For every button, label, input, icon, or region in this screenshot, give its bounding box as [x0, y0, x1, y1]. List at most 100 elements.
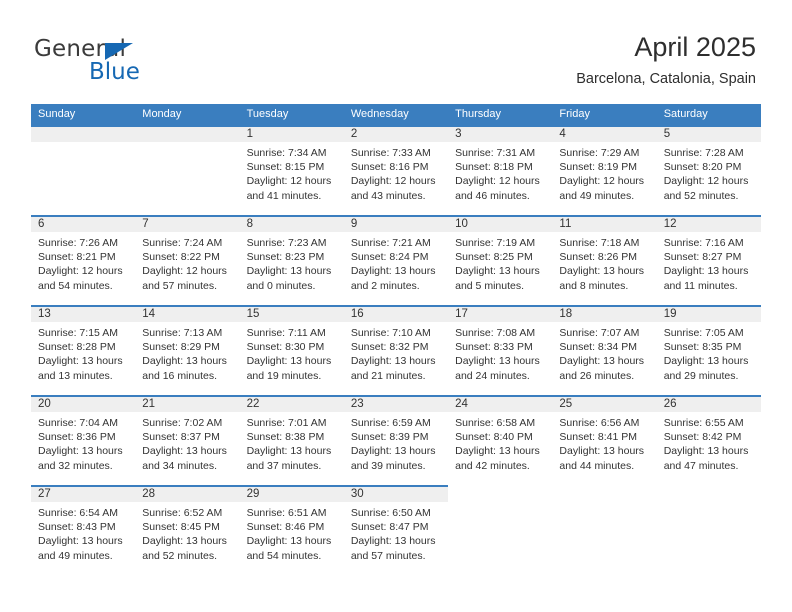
day-date-band: 13 — [31, 305, 136, 322]
calendar-week-row: 20 Sunrise: 7:04 AM Sunset: 8:36 PM Dayligh… — [31, 395, 761, 485]
day-number: 11 — [559, 218, 572, 230]
calendar-day-cell[interactable]: 23 Sunrise: 6:59 AM Sunset: 8:39 PM Dayligh… — [343, 395, 449, 485]
calendar-day-cell[interactable]: 15 Sunrise: 7:11 AM Sunset: 8:30 PM Dayligh… — [239, 305, 344, 395]
day-number: 13 — [38, 308, 51, 320]
calendar-day-cell[interactable]: 18 Sunrise: 7:07 AM Sunset: 8:34 PM Dayligh… — [552, 305, 657, 395]
calendar-day-cell[interactable]: 11 Sunrise: 7:18 AM Sunset: 8:26 PM Dayligh… — [552, 215, 657, 305]
calendar-day-cell[interactable]: 29 Sunrise: 6:51 AM Sunset: 8:46 PM Dayligh… — [239, 485, 344, 575]
sunrise-text: Sunrise: 6:59 AM — [350, 417, 431, 429]
day-number: 14 — [142, 308, 156, 320]
day-sun-info: Sunrise: 7:28 AM Sunset: 8:20 PM Daylight:… — [657, 142, 761, 203]
calendar-grid: Sunday Monday Tuesday Wednesday Thursday… — [31, 104, 761, 575]
daylight-text-line2: and 42 minutes. — [455, 459, 530, 472]
calendar-day-cell[interactable]: 1 Sunrise: 7:34 AM Sunset: 8:15 PM Daylight… — [239, 125, 344, 215]
sunset-text: Sunset: 8:22 PM — [142, 251, 220, 264]
logo-triangle-icon — [105, 43, 133, 60]
weekday-header-row: Sunday Monday Tuesday Wednesday Thursday… — [31, 104, 761, 125]
day-sun-info: Sunrise: 7:18 AM Sunset: 8:26 PM Daylight:… — [552, 232, 656, 293]
sunrise-text: Sunrise: 7:21 AM — [350, 237, 431, 249]
daylight-text-line1: Daylight: 12 hours — [350, 175, 436, 188]
day-sun-info: Sunrise: 7:21 AM Sunset: 8:24 PM Daylight:… — [344, 232, 448, 293]
calendar-day-cell[interactable]: 4 Sunrise: 7:29 AM Sunset: 8:19 PM Daylight… — [552, 125, 657, 215]
calendar-day-cell[interactable]: 10 Sunrise: 7:19 AM Sunset: 8:25 PM Dayligh… — [448, 215, 553, 305]
calendar-day-cell-empty — [448, 485, 552, 575]
calendar-day-cell[interactable]: 3 Sunrise: 7:31 AM Sunset: 8:18 PM Daylight… — [448, 125, 553, 215]
calendar-day-cell[interactable]: 5 Sunrise: 7:28 AM Sunset: 8:20 PM Daylight… — [656, 125, 761, 215]
calendar-week-row: 27 Sunrise: 6:54 AM Sunset: 8:43 PM Dayligh… — [31, 485, 761, 575]
sunrise-text: Sunrise: 7:07 AM — [559, 327, 640, 339]
calendar-day-cell[interactable]: 26 Sunrise: 6:55 AM Sunset: 8:42 PM Dayligh… — [656, 395, 761, 485]
calendar-day-cell[interactable]: 2 Sunrise: 7:33 AM Sunset: 8:16 PM Daylight… — [343, 125, 449, 215]
day-date-band: 1 — [239, 125, 344, 142]
daylight-text-line2: and 47 minutes. — [663, 459, 739, 472]
calendar-day-cell-empty — [31, 125, 136, 215]
day-date-band — [135, 125, 240, 142]
day-date-band: 20 — [31, 395, 136, 412]
calendar-day-cell[interactable]: 25 Sunrise: 6:56 AM Sunset: 8:41 PM Dayligh… — [552, 395, 657, 485]
sunset-text: Sunset: 8:37 PM — [142, 431, 220, 444]
day-number: 29 — [246, 488, 260, 500]
day-sun-info: Sunrise: 6:56 AM Sunset: 8:41 PM Daylight:… — [552, 412, 656, 473]
sunset-text: Sunset: 8:39 PM — [350, 431, 429, 444]
calendar-day-cell[interactable]: 9 Sunrise: 7:21 AM Sunset: 8:24 PM Daylight… — [343, 215, 449, 305]
day-date-band: 18 — [552, 305, 657, 322]
day-number: 6 — [38, 218, 45, 230]
daylight-text-line1: Daylight: 12 hours — [142, 265, 227, 278]
daylight-text-line1: Daylight: 13 hours — [663, 445, 749, 458]
calendar-day-cell[interactable]: 22 Sunrise: 7:01 AM Sunset: 8:38 PM Dayligh… — [239, 395, 344, 485]
sunset-text: Sunset: 8:27 PM — [663, 251, 742, 264]
page-title: April 2025 — [634, 32, 756, 62]
daylight-text-line1: Daylight: 13 hours — [142, 535, 227, 548]
daylight-text-line1: Daylight: 13 hours — [38, 355, 123, 368]
sunrise-text: Sunrise: 7:11 AM — [246, 327, 326, 339]
daylight-text-line1: Daylight: 13 hours — [559, 355, 645, 368]
generalblue-logo[interactable]: General Blue — [34, 36, 214, 88]
calendar-day-cell[interactable]: 16 Sunrise: 7:10 AM Sunset: 8:32 PM Dayligh… — [343, 305, 449, 395]
day-sun-info: Sunrise: 7:05 AM Sunset: 8:35 PM Daylight:… — [657, 322, 761, 383]
calendar-day-cell[interactable]: 13 Sunrise: 7:15 AM Sunset: 8:28 PM Dayligh… — [31, 305, 136, 395]
calendar-day-cell[interactable]: 27 Sunrise: 6:54 AM Sunset: 8:43 PM Dayligh… — [31, 485, 136, 575]
sunset-text: Sunset: 8:41 PM — [559, 431, 638, 444]
weekday-header-thursday: Thursday — [455, 108, 501, 120]
weekday-header-sunday: Sunday — [38, 108, 76, 120]
calendar-day-cell[interactable]: 19 Sunrise: 7:05 AM Sunset: 8:35 PM Dayligh… — [656, 305, 761, 395]
calendar-page: General Blue April 2025 Barcelona, Catal… — [0, 0, 792, 612]
daylight-text-line2: and 52 minutes. — [142, 549, 217, 562]
calendar-day-cell[interactable]: 20 Sunrise: 7:04 AM Sunset: 8:36 PM Dayligh… — [31, 395, 136, 485]
calendar-day-cell[interactable]: 7 Sunrise: 7:24 AM Sunset: 8:22 PM Daylight… — [135, 215, 240, 305]
calendar-day-cell[interactable]: 17 Sunrise: 7:08 AM Sunset: 8:33 PM Dayligh… — [448, 305, 553, 395]
day-date-band: 24 — [448, 395, 553, 412]
day-sun-info: Sunrise: 6:55 AM Sunset: 8:42 PM Daylight:… — [657, 412, 761, 473]
calendar-day-cell[interactable]: 24 Sunrise: 6:58 AM Sunset: 8:40 PM Dayligh… — [448, 395, 553, 485]
day-date-band: 17 — [448, 305, 553, 322]
day-sun-info: Sunrise: 7:33 AM Sunset: 8:16 PM Daylight:… — [344, 142, 448, 203]
day-sun-info: Sunrise: 6:50 AM Sunset: 8:47 PM Daylight:… — [344, 502, 448, 563]
day-number: 16 — [350, 308, 364, 320]
sunrise-text: Sunrise: 7:28 AM — [663, 147, 744, 159]
calendar-day-cell[interactable]: 6 Sunrise: 7:26 AM Sunset: 8:21 PM Daylight… — [31, 215, 136, 305]
weekday-header-friday: Friday — [559, 108, 590, 120]
calendar-day-cell[interactable]: 14 Sunrise: 7:13 AM Sunset: 8:29 PM Dayligh… — [135, 305, 240, 395]
day-sun-info: Sunrise: 7:10 AM Sunset: 8:32 PM Daylight:… — [344, 322, 448, 383]
calendar-day-cell[interactable]: 28 Sunrise: 6:52 AM Sunset: 8:45 PM Dayligh… — [135, 485, 240, 575]
daylight-text-line2: and 16 minutes. — [142, 369, 217, 382]
daylight-text-line1: Daylight: 12 hours — [455, 175, 540, 188]
daylight-text-line2: and 26 minutes. — [559, 369, 635, 382]
calendar-day-cell[interactable]: 8 Sunrise: 7:23 AM Sunset: 8:23 PM Daylight… — [239, 215, 344, 305]
calendar-day-cell[interactable]: 12 Sunrise: 7:16 AM Sunset: 8:27 PM Dayligh… — [656, 215, 761, 305]
sunrise-text: Sunrise: 7:13 AM — [142, 327, 223, 339]
sunset-text: Sunset: 8:38 PM — [246, 431, 325, 444]
day-number: 7 — [142, 218, 149, 230]
sunrise-text: Sunrise: 7:19 AM — [455, 237, 536, 249]
day-sun-info: Sunrise: 7:31 AM Sunset: 8:18 PM Daylight:… — [448, 142, 552, 203]
daylight-text-line2: and 8 minutes. — [559, 279, 629, 292]
calendar-day-cell[interactable]: 21 Sunrise: 7:02 AM Sunset: 8:37 PM Dayligh… — [135, 395, 240, 485]
calendar-day-cell[interactable]: 30 Sunrise: 6:50 AM Sunset: 8:47 PM Dayligh… — [343, 485, 449, 575]
day-date-band: 30 — [343, 485, 449, 502]
sunrise-text: Sunrise: 7:02 AM — [142, 417, 223, 429]
sunrise-text: Sunrise: 6:50 AM — [350, 507, 431, 519]
title-block: April 2025 Barcelona, Catalonia, Spain — [576, 30, 756, 88]
calendar-weeks: 1 Sunrise: 7:34 AM Sunset: 8:15 PM Daylight… — [31, 125, 761, 575]
day-sun-info: Sunrise: 6:54 AM Sunset: 8:43 PM Daylight:… — [31, 502, 135, 563]
sunrise-text: Sunrise: 6:54 AM — [38, 507, 118, 519]
